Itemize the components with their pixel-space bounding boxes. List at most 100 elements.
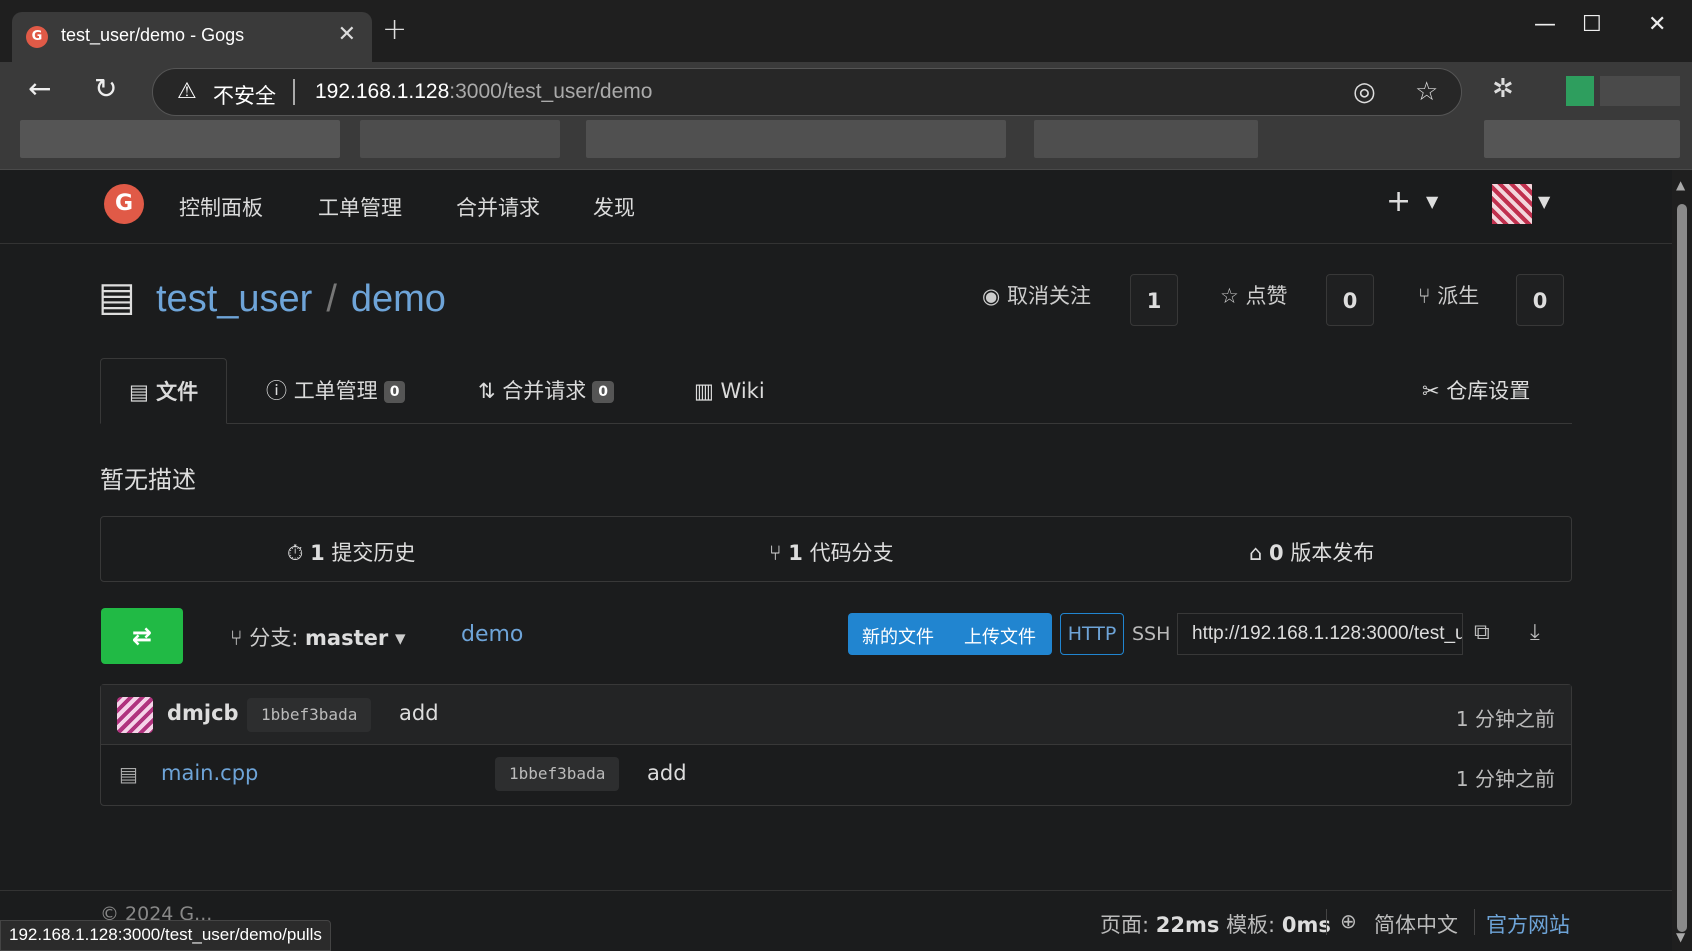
history-icon: ⏱ — [287, 541, 311, 565]
tab-title: test_user/demo - Gogs — [61, 25, 245, 45]
create-plus-icon[interactable]: + — [1386, 184, 1411, 219]
address-bar[interactable]: ⚠ 不安全 192.168.1.128:3000/test_user/demo … — [152, 68, 1462, 116]
copy-icon[interactable]: ⧉ — [1474, 620, 1490, 645]
page-scrollbar[interactable]: ▲ ▼ — [1672, 170, 1692, 951]
maximize-icon[interactable]: ☐ — [1582, 12, 1602, 37]
tab-settings[interactable]: ✂ 仓库设置 — [1422, 358, 1530, 424]
bookmarks-bar — [0, 120, 1692, 170]
tab-pulls[interactable]: ⇅ 合并请求 0 — [478, 358, 615, 424]
file-action-group: 新的文件 上传文件 — [848, 613, 1052, 655]
star-button[interactable]: ☆ 点赞 — [1220, 280, 1288, 310]
language-selector[interactable]: 简体中文 — [1374, 909, 1458, 939]
window-close-icon[interactable]: ✕ — [1648, 12, 1666, 37]
nav-pulls[interactable]: 合并请求 — [456, 192, 540, 222]
url-path: :3000/test_user/demo — [449, 80, 653, 103]
pull-request-icon: ⇅ — [478, 379, 503, 403]
latest-commit-row: dmjcb 1bbef3bada add 1 分钟之前 — [101, 685, 1571, 745]
page-time-label: 页面: — [1100, 913, 1150, 937]
commits-count: 1 — [310, 541, 325, 565]
file-icon: ▤ — [119, 762, 138, 786]
blurred-bookmark[interactable] — [586, 120, 1006, 158]
star-label: 点赞 — [1245, 284, 1288, 308]
new-tab-button[interactable]: + — [382, 12, 407, 47]
table-row: ▤ main.cpp 1bbef3bada add 1 分钟之前 — [101, 745, 1571, 805]
url-host: 192.168.1.128 — [315, 80, 450, 103]
commit-author[interactable]: dmjcb — [167, 701, 239, 725]
blurred-bookmark[interactable] — [1034, 120, 1258, 158]
download-icon[interactable]: ⤓ — [1530, 620, 1540, 645]
scrollbar-thumb[interactable] — [1677, 204, 1687, 932]
compare-icon: ⇄ — [131, 622, 153, 650]
repo-owner-link[interactable]: test_user — [156, 278, 312, 320]
releases-stat[interactable]: ⌂ 0 版本发布 — [1249, 537, 1374, 567]
back-arrow-icon[interactable]: ← — [28, 72, 51, 105]
nav-issues[interactable]: 工单管理 — [318, 192, 402, 222]
repo-icon: ▤ — [98, 274, 136, 320]
browser-tab[interactable]: G test_user/demo - Gogs ✕ — [12, 12, 372, 62]
profile-icon[interactable] — [1566, 76, 1594, 106]
repo-description: 暂无描述 — [100, 466, 196, 494]
fork-icon: ⑂ — [1418, 284, 1438, 308]
fork-button[interactable]: ⑂ 派生 — [1418, 280, 1479, 310]
issue-icon: ⓘ — [266, 379, 294, 403]
issues-count-badge: 0 — [383, 381, 406, 403]
tab-wiki[interactable]: ▥ Wiki — [694, 358, 765, 424]
file-name-link[interactable]: main.cpp — [161, 761, 258, 785]
nav-dashboard[interactable]: 控制面板 — [179, 192, 263, 222]
star-count[interactable]: 0 — [1326, 274, 1374, 326]
blurred-bookmark[interactable] — [360, 120, 560, 158]
chevron-down-icon[interactable]: ▼ — [1538, 192, 1550, 211]
tab-issues[interactable]: ⓘ 工单管理 0 — [266, 358, 406, 424]
commit-message[interactable]: add — [399, 701, 439, 725]
branch-dropdown[interactable]: ⑂ 分支: master ▾ — [230, 622, 405, 652]
extensions-icon[interactable]: ✲ — [1492, 74, 1514, 104]
http-clone-button[interactable]: HTTP — [1060, 613, 1124, 655]
official-site-link[interactable]: 官方网站 — [1486, 909, 1570, 939]
branch-name: master — [305, 626, 389, 650]
tab-issues-label: 工单管理 — [293, 379, 378, 403]
translate-icon[interactable]: ◎ — [1353, 77, 1376, 107]
minimize-icon[interactable]: — — [1534, 12, 1556, 37]
gogs-logo-icon[interactable]: G — [104, 184, 144, 224]
book-icon: ▥ — [694, 379, 721, 403]
blurred-bookmark[interactable] — [1484, 120, 1680, 158]
commit-sha[interactable]: 1bbef3bada — [247, 698, 372, 732]
url-text[interactable]: 192.168.1.128:3000/test_user/demo — [315, 80, 652, 104]
new-file-button[interactable]: 新的文件 — [862, 623, 934, 649]
file-commit-sha[interactable]: 1bbef3bada — [495, 757, 620, 791]
tab-files-label: 文件 — [156, 380, 199, 404]
bookmark-star-icon[interactable]: ☆ — [1415, 77, 1438, 107]
tab-close-icon[interactable]: ✕ — [338, 22, 356, 47]
nav-explore[interactable]: 发现 — [593, 192, 635, 222]
branches-stat[interactable]: ⑂ 1 代码分支 — [769, 537, 894, 567]
user-avatar[interactable] — [1492, 184, 1532, 224]
star-icon: ☆ — [1220, 284, 1246, 308]
clone-url-input[interactable]: http://192.168.1.128:3000/test_user/demo… — [1177, 613, 1463, 655]
insecure-label: 不安全 — [213, 84, 276, 108]
globe-icon: ⊕ — [1340, 909, 1357, 933]
reload-icon[interactable]: ↻ — [94, 72, 117, 105]
file-commit-message[interactable]: add — [647, 761, 687, 785]
releases-count: 0 — [1269, 541, 1284, 565]
watch-count[interactable]: 1 — [1130, 274, 1178, 326]
template-time-label: 模板: — [1226, 913, 1276, 937]
ssh-clone-button[interactable]: SSH — [1132, 623, 1170, 645]
blurred-bookmark[interactable] — [20, 120, 340, 158]
fork-count[interactable]: 0 — [1516, 274, 1564, 326]
repo-name-link[interactable]: demo — [351, 278, 446, 320]
commits-stat[interactable]: ⏱ 1 提交历史 — [287, 537, 415, 567]
chevron-down-icon[interactable]: ▼ — [1426, 192, 1438, 211]
gogs-page: G 控制面板 工单管理 合并请求 发现 + ▼ ▼ ▤ test_user / de… — [0, 170, 1672, 951]
author-avatar[interactable] — [117, 697, 153, 733]
compare-button[interactable]: ⇄ — [101, 608, 183, 664]
unwatch-button[interactable]: ◉ 取消关注 — [982, 280, 1091, 310]
scroll-up-icon[interactable]: ▲ — [1676, 178, 1685, 192]
tools-icon: ✂ — [1422, 379, 1447, 403]
blurred-toolbar-area — [1600, 76, 1680, 106]
scroll-down-icon[interactable]: ▼ — [1676, 930, 1685, 944]
path-breadcrumb[interactable]: demo — [461, 622, 523, 647]
tab-files[interactable]: ▤ 文件 — [100, 358, 228, 424]
upload-file-button[interactable]: 上传文件 — [964, 623, 1036, 649]
repo-stats-bar: ⏱ 1 提交历史 ⑂ 1 代码分支 ⌂ 0 版本发布 — [100, 516, 1572, 582]
repo-separator: / — [326, 278, 337, 320]
